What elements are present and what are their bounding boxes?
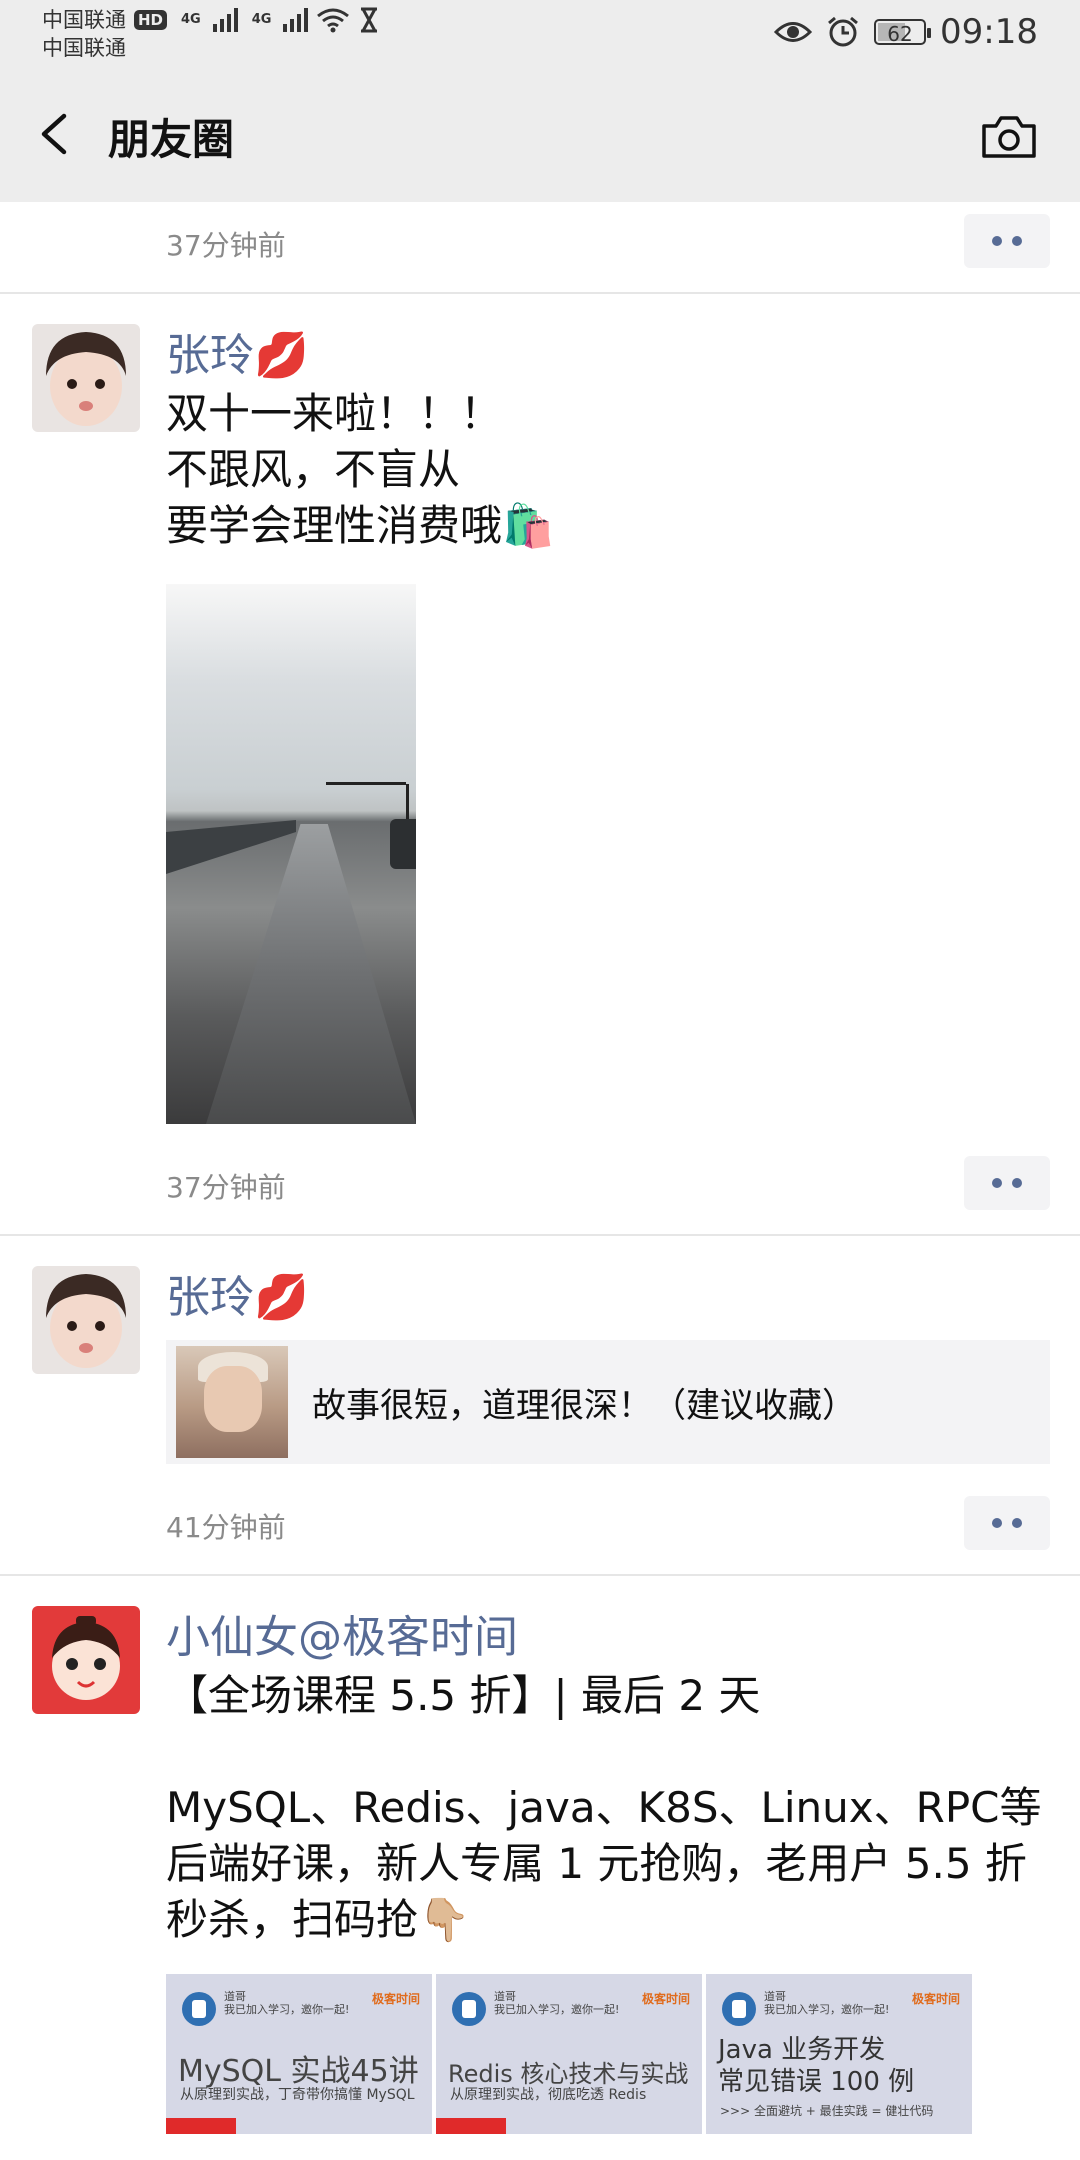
author-name[interactable]: 小仙女@极客时间: [166, 1576, 1050, 1668]
thumb-caption: 道哥 我已加入学习，邀你一起!: [764, 1990, 890, 2016]
post-partial: 37分钟前: [0, 202, 1080, 294]
carrier-1: 中国联通: [42, 8, 126, 32]
more-actions-button[interactable]: [964, 214, 1050, 268]
network-type-1: 4G: [181, 12, 201, 27]
carrier-info: 中国联通 HD 4G 4G 中国联通: [42, 6, 380, 62]
alarm-icon: [828, 16, 858, 47]
battery-icon: 62: [874, 19, 932, 46]
thumb-brand: 极客时间: [641, 1992, 690, 2006]
post-image-mysql[interactable]: 道哥 我已加入学习，邀你一起! 极客时间 MySQL 实战45讲 从原理到实战，…: [166, 1974, 432, 2134]
red-tag: [166, 2118, 236, 2134]
back-icon[interactable]: [34, 112, 78, 156]
post-text: 【全场课程 5.5 折】| 最后 2 天 MySQL、Redis、java、K8…: [166, 1671, 1042, 1944]
avatar[interactable]: [32, 1606, 140, 1714]
thumb-caption: 道哥 我已加入学习，邀你一起!: [224, 1990, 350, 2016]
avatar[interactable]: [32, 324, 140, 432]
camera-icon[interactable]: [980, 114, 1038, 160]
signal-icon-2: [283, 8, 309, 32]
author-name[interactable]: 张玲💋: [166, 1236, 1050, 1328]
post: 张玲💋 故事很短，道理很深！（建议收藏） 41分钟前: [0, 1236, 1080, 1576]
post-time: 37分钟前: [166, 1171, 286, 1204]
moments-feed: 37分钟前 张玲💋 双十一来啦！！！ 不跟风，不盲从 要学会理性消费哦🛍️ 37…: [0, 202, 1080, 2134]
signal-icon-1: [212, 8, 238, 32]
thumb-title: Java 业务开发 常见错误 100 例: [718, 2035, 915, 2097]
post-images: 道哥 我已加入学习，邀你一起! 极客时间 MySQL 实战45讲 从原理到实战，…: [166, 1974, 1050, 2134]
thumb-brand: 极客时间: [911, 1992, 960, 2006]
link-title: 故事很短，道理很深！（建议收藏）: [312, 1385, 856, 1426]
thumb-subtitle: >>> 全面避坑 + 最佳实践 = 健壮代码: [720, 2104, 934, 2118]
post-time: 37分钟前: [166, 229, 286, 262]
post-image-redis[interactable]: 道哥 我已加入学习，邀你一起! 极客时间 Redis 核心技术与实战 从原理到实…: [436, 1974, 702, 2134]
hd-badge: HD: [134, 10, 168, 30]
post: 张玲💋 双十一来啦！！！ 不跟风，不盲从 要学会理性消费哦🛍️ 37分钟前: [0, 294, 1080, 1236]
post-meta: 37分钟前: [166, 202, 1050, 292]
author-name[interactable]: 张玲💋: [166, 294, 1050, 386]
post-photo[interactable]: [166, 584, 416, 1124]
network-type-2: 4G: [251, 12, 272, 27]
avatar[interactable]: [32, 1266, 140, 1374]
battery-percent: 62: [887, 22, 913, 46]
link-thumbnail: [176, 1346, 288, 1458]
status-bar: 中国联通 HD 4G 4G 中国联通 62 09:18: [0, 0, 1080, 68]
wifi-icon: [317, 8, 350, 33]
thumb-caption: 道哥 我已加入学习，邀你一起!: [494, 1990, 620, 2016]
clock: 09:18: [940, 12, 1038, 52]
post-meta: 41分钟前: [166, 1484, 1050, 1574]
post-image-java[interactable]: 道哥 我已加入学习，邀你一起! 极客时间 Java 业务开发 常见错误 100 …: [706, 1974, 972, 2134]
more-actions-button[interactable]: [964, 1156, 1050, 1210]
nav-bar: 朋友圈: [0, 68, 1080, 202]
post-meta: 37分钟前: [166, 1144, 1050, 1234]
course-logo-icon: [452, 1992, 486, 2026]
post-time: 41分钟前: [166, 1511, 286, 1544]
thumb-brand: 极客时间: [371, 1992, 420, 2006]
post: 小仙女@极客时间 【全场课程 5.5 折】| 最后 2 天 MySQL、Redi…: [0, 1576, 1080, 2134]
post-text: 双十一来啦！！！ 不跟风，不盲从 要学会理性消费哦🛍️: [166, 389, 555, 550]
eye-icon: [774, 22, 813, 42]
thumb-subtitle: 从原理到实战，彻底吃透 Redis: [450, 2087, 647, 2103]
carrier-2: 中国联通: [42, 36, 126, 60]
hourglass-icon: [361, 7, 378, 33]
thumb-subtitle: 从原理到实战，丁奇带你搞懂 MySQL: [180, 2087, 415, 2103]
red-tag: [436, 2118, 506, 2134]
course-logo-icon: [722, 1992, 756, 2026]
course-logo-icon: [182, 1992, 216, 2026]
more-actions-button[interactable]: [964, 1496, 1050, 1550]
page-title: 朋友圈: [108, 115, 235, 164]
shared-link-card[interactable]: 故事很短，道理很深！（建议收藏）: [166, 1340, 1050, 1464]
